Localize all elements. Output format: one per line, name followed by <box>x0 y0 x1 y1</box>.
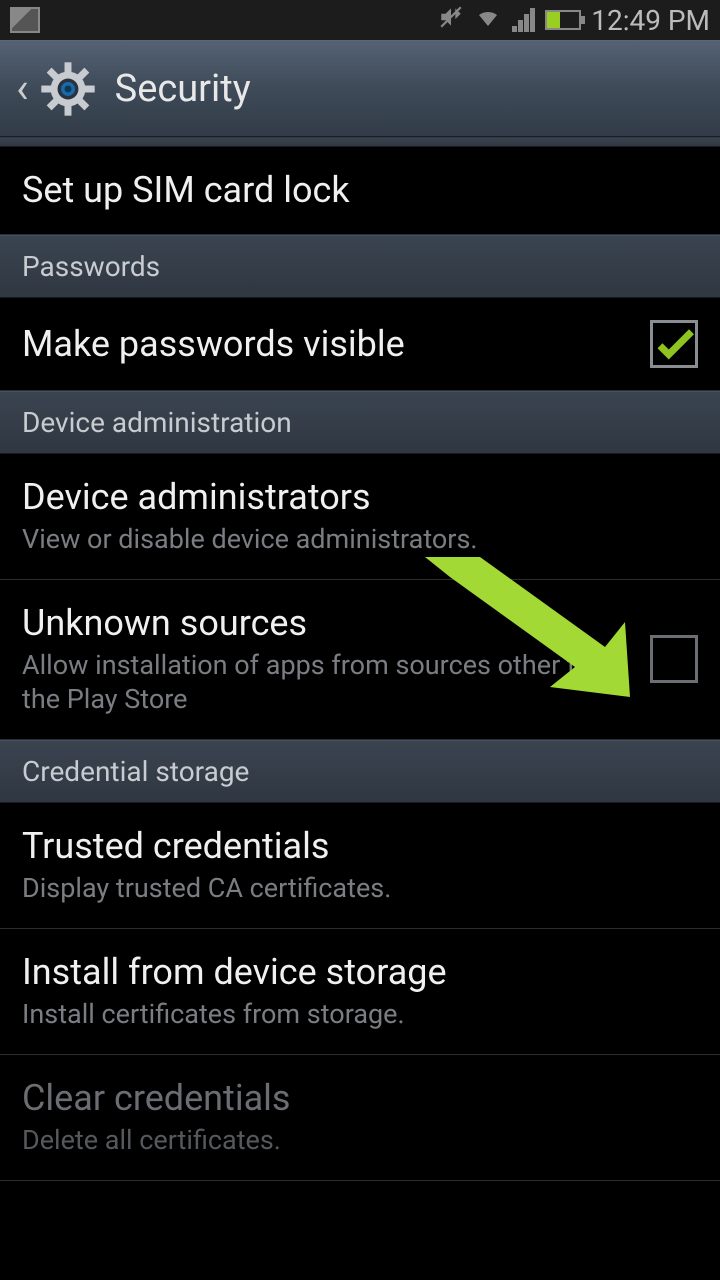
make-passwords-visible-item[interactable]: Make passwords visible <box>0 298 720 391</box>
item-label: Trusted credentials <box>22 825 698 868</box>
battery-icon <box>545 10 581 30</box>
image-notification-icon <box>10 7 40 33</box>
item-sub: Delete all certificates. <box>22 1124 698 1158</box>
page-title: Security <box>115 67 251 111</box>
device-administrators-item[interactable]: Device administrators View or disable de… <box>0 454 720 580</box>
passwords-section-header: Passwords <box>0 235 720 298</box>
settings-gear-icon <box>39 60 97 118</box>
device-admin-section-header: Device administration <box>0 391 720 454</box>
item-label: Device administrators <box>22 476 698 519</box>
checkmark-icon <box>653 323 695 365</box>
item-label: Make passwords visible <box>22 323 630 366</box>
unknown-sources-checkbox[interactable] <box>650 635 698 683</box>
status-bar: 12:49 PM <box>0 0 720 40</box>
wifi-icon <box>474 5 502 35</box>
section-divider <box>0 137 720 147</box>
mute-icon <box>438 4 464 36</box>
item-label: Unknown sources <box>22 602 630 645</box>
item-label: Set up SIM card lock <box>22 169 698 212</box>
passwords-visible-checkbox[interactable] <box>650 320 698 368</box>
signal-icon <box>512 8 535 32</box>
item-label: Install from device storage <box>22 951 698 994</box>
item-sub: Install certificates from storage. <box>22 998 698 1032</box>
status-time: 12:49 PM <box>591 4 710 37</box>
trusted-credentials-item[interactable]: Trusted credentials Display trusted CA c… <box>0 803 720 929</box>
item-sub: View or disable device administrators. <box>22 523 698 557</box>
app-header[interactable]: ‹ Security <box>0 40 720 137</box>
sim-card-lock-item[interactable]: Set up SIM card lock <box>0 147 720 235</box>
credential-storage-section-header: Credential storage <box>0 740 720 803</box>
back-icon[interactable]: ‹ <box>16 68 29 110</box>
unknown-sources-item[interactable]: Unknown sources Allow installation of ap… <box>0 580 720 740</box>
clear-credentials-item: Clear credentials Delete all certificate… <box>0 1055 720 1181</box>
item-label: Clear credentials <box>22 1077 698 1120</box>
item-sub: Display trusted CA certificates. <box>22 872 698 906</box>
install-from-storage-item[interactable]: Install from device storage Install cert… <box>0 929 720 1055</box>
item-sub: Allow installation of apps from sources … <box>22 649 630 717</box>
